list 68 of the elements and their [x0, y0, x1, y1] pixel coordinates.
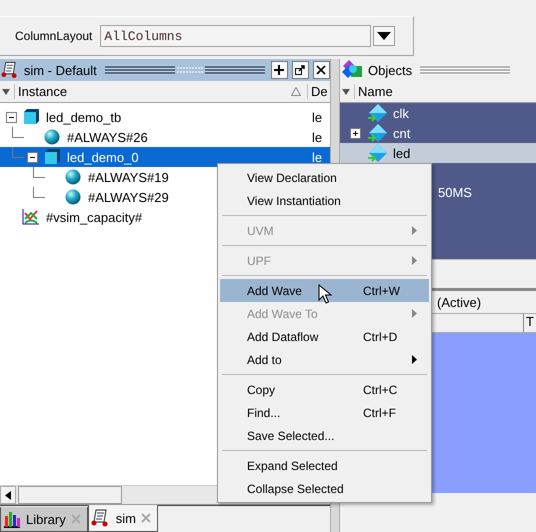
scroll-left-button[interactable]	[0, 486, 16, 504]
signal-icon	[367, 144, 389, 162]
sort-icon	[291, 87, 301, 96]
menu-item[interactable]: Add to	[220, 348, 429, 371]
value-text: 50MS	[438, 185, 472, 200]
design-unit-text: le	[312, 150, 324, 164]
instance-name: #ALWAYS#26	[67, 130, 148, 144]
instance-name: led_demo_tb	[46, 110, 122, 124]
pane-title: sim - Default	[24, 62, 97, 78]
menu-item[interactable]: Expand Selected	[220, 454, 429, 477]
sphere-icon	[43, 129, 61, 145]
tree-row[interactable]: #ALWAYS#26 le	[0, 127, 330, 147]
menu-item[interactable]: Add Wave Ctrl+W	[220, 279, 429, 302]
signal-row[interactable]: clk	[340, 103, 536, 123]
bar-chart-icon	[3, 510, 21, 528]
signal-name: cnt	[393, 126, 410, 140]
close-button[interactable]	[312, 61, 330, 79]
signal-row[interactable]: led	[340, 143, 536, 163]
cube-icon	[22, 109, 40, 125]
plus-icon	[274, 65, 284, 75]
instance-name: led_demo_0	[67, 150, 139, 164]
mouse-cursor-icon	[318, 284, 332, 304]
grip-icon	[104, 65, 265, 75]
signal-name: led	[393, 146, 410, 160]
collapse-icon[interactable]	[6, 112, 17, 123]
caret-icon	[377, 32, 392, 40]
tree-row[interactable]: led_demo_tb le	[0, 107, 330, 127]
menu-item[interactable]: View Declaration	[220, 166, 429, 189]
column-header[interactable]: Instance	[14, 84, 291, 99]
menu-item[interactable]: Collapse Selected	[220, 477, 429, 500]
chart-icon	[22, 209, 40, 225]
menu-item[interactable]: Save Selected...	[220, 424, 429, 447]
signal-icon	[367, 124, 389, 142]
column-layout-dropdown[interactable]: AllColumns	[100, 25, 372, 47]
caret-icon[interactable]	[1, 86, 11, 96]
menu-item[interactable]: Find... Ctrl+F	[220, 401, 429, 424]
instance-name: #vsim_capacity#	[46, 210, 142, 224]
scrollbar-thumb[interactable]	[18, 486, 122, 504]
design-unit-text: le	[312, 130, 324, 144]
column-header[interactable]: T	[523, 314, 536, 332]
design-unit-text: le	[312, 110, 324, 124]
menu-item[interactable]: Copy Ctrl+C	[220, 378, 429, 401]
add-button[interactable]	[270, 61, 288, 79]
dropdown-button[interactable]	[373, 26, 396, 46]
instance-name: #ALWAYS#29	[88, 190, 169, 204]
caret-icon[interactable]	[341, 86, 351, 96]
expand-icon[interactable]	[350, 128, 361, 138]
column-header[interactable]: Name	[354, 84, 536, 99]
instance-name: #ALWAYS#19	[88, 170, 169, 184]
pane-title: (Active)	[437, 294, 482, 310]
sphere-icon	[64, 169, 82, 185]
sphere-icon	[64, 189, 82, 205]
tab[interactable]: sim	[88, 505, 158, 532]
tree-row[interactable]: led_demo_0 le	[0, 147, 330, 167]
signal-row[interactable]: cnt	[340, 123, 536, 143]
undock-icon	[295, 65, 306, 75]
cube-icon	[43, 149, 61, 165]
column-layout-label: ColumnLayout	[15, 29, 92, 43]
collapse-icon[interactable]	[27, 152, 38, 163]
left-arrow-icon	[5, 490, 11, 500]
signal-icon	[367, 104, 389, 122]
undock-button[interactable]	[292, 61, 309, 79]
objects-icon	[342, 60, 364, 80]
menu-item[interactable]: Add Dataflow Ctrl+D	[220, 325, 429, 348]
pane-title: Objects	[368, 62, 412, 78]
signal-name: clk	[393, 106, 409, 120]
close-icon	[316, 65, 326, 75]
tab[interactable]: Library	[0, 507, 88, 532]
